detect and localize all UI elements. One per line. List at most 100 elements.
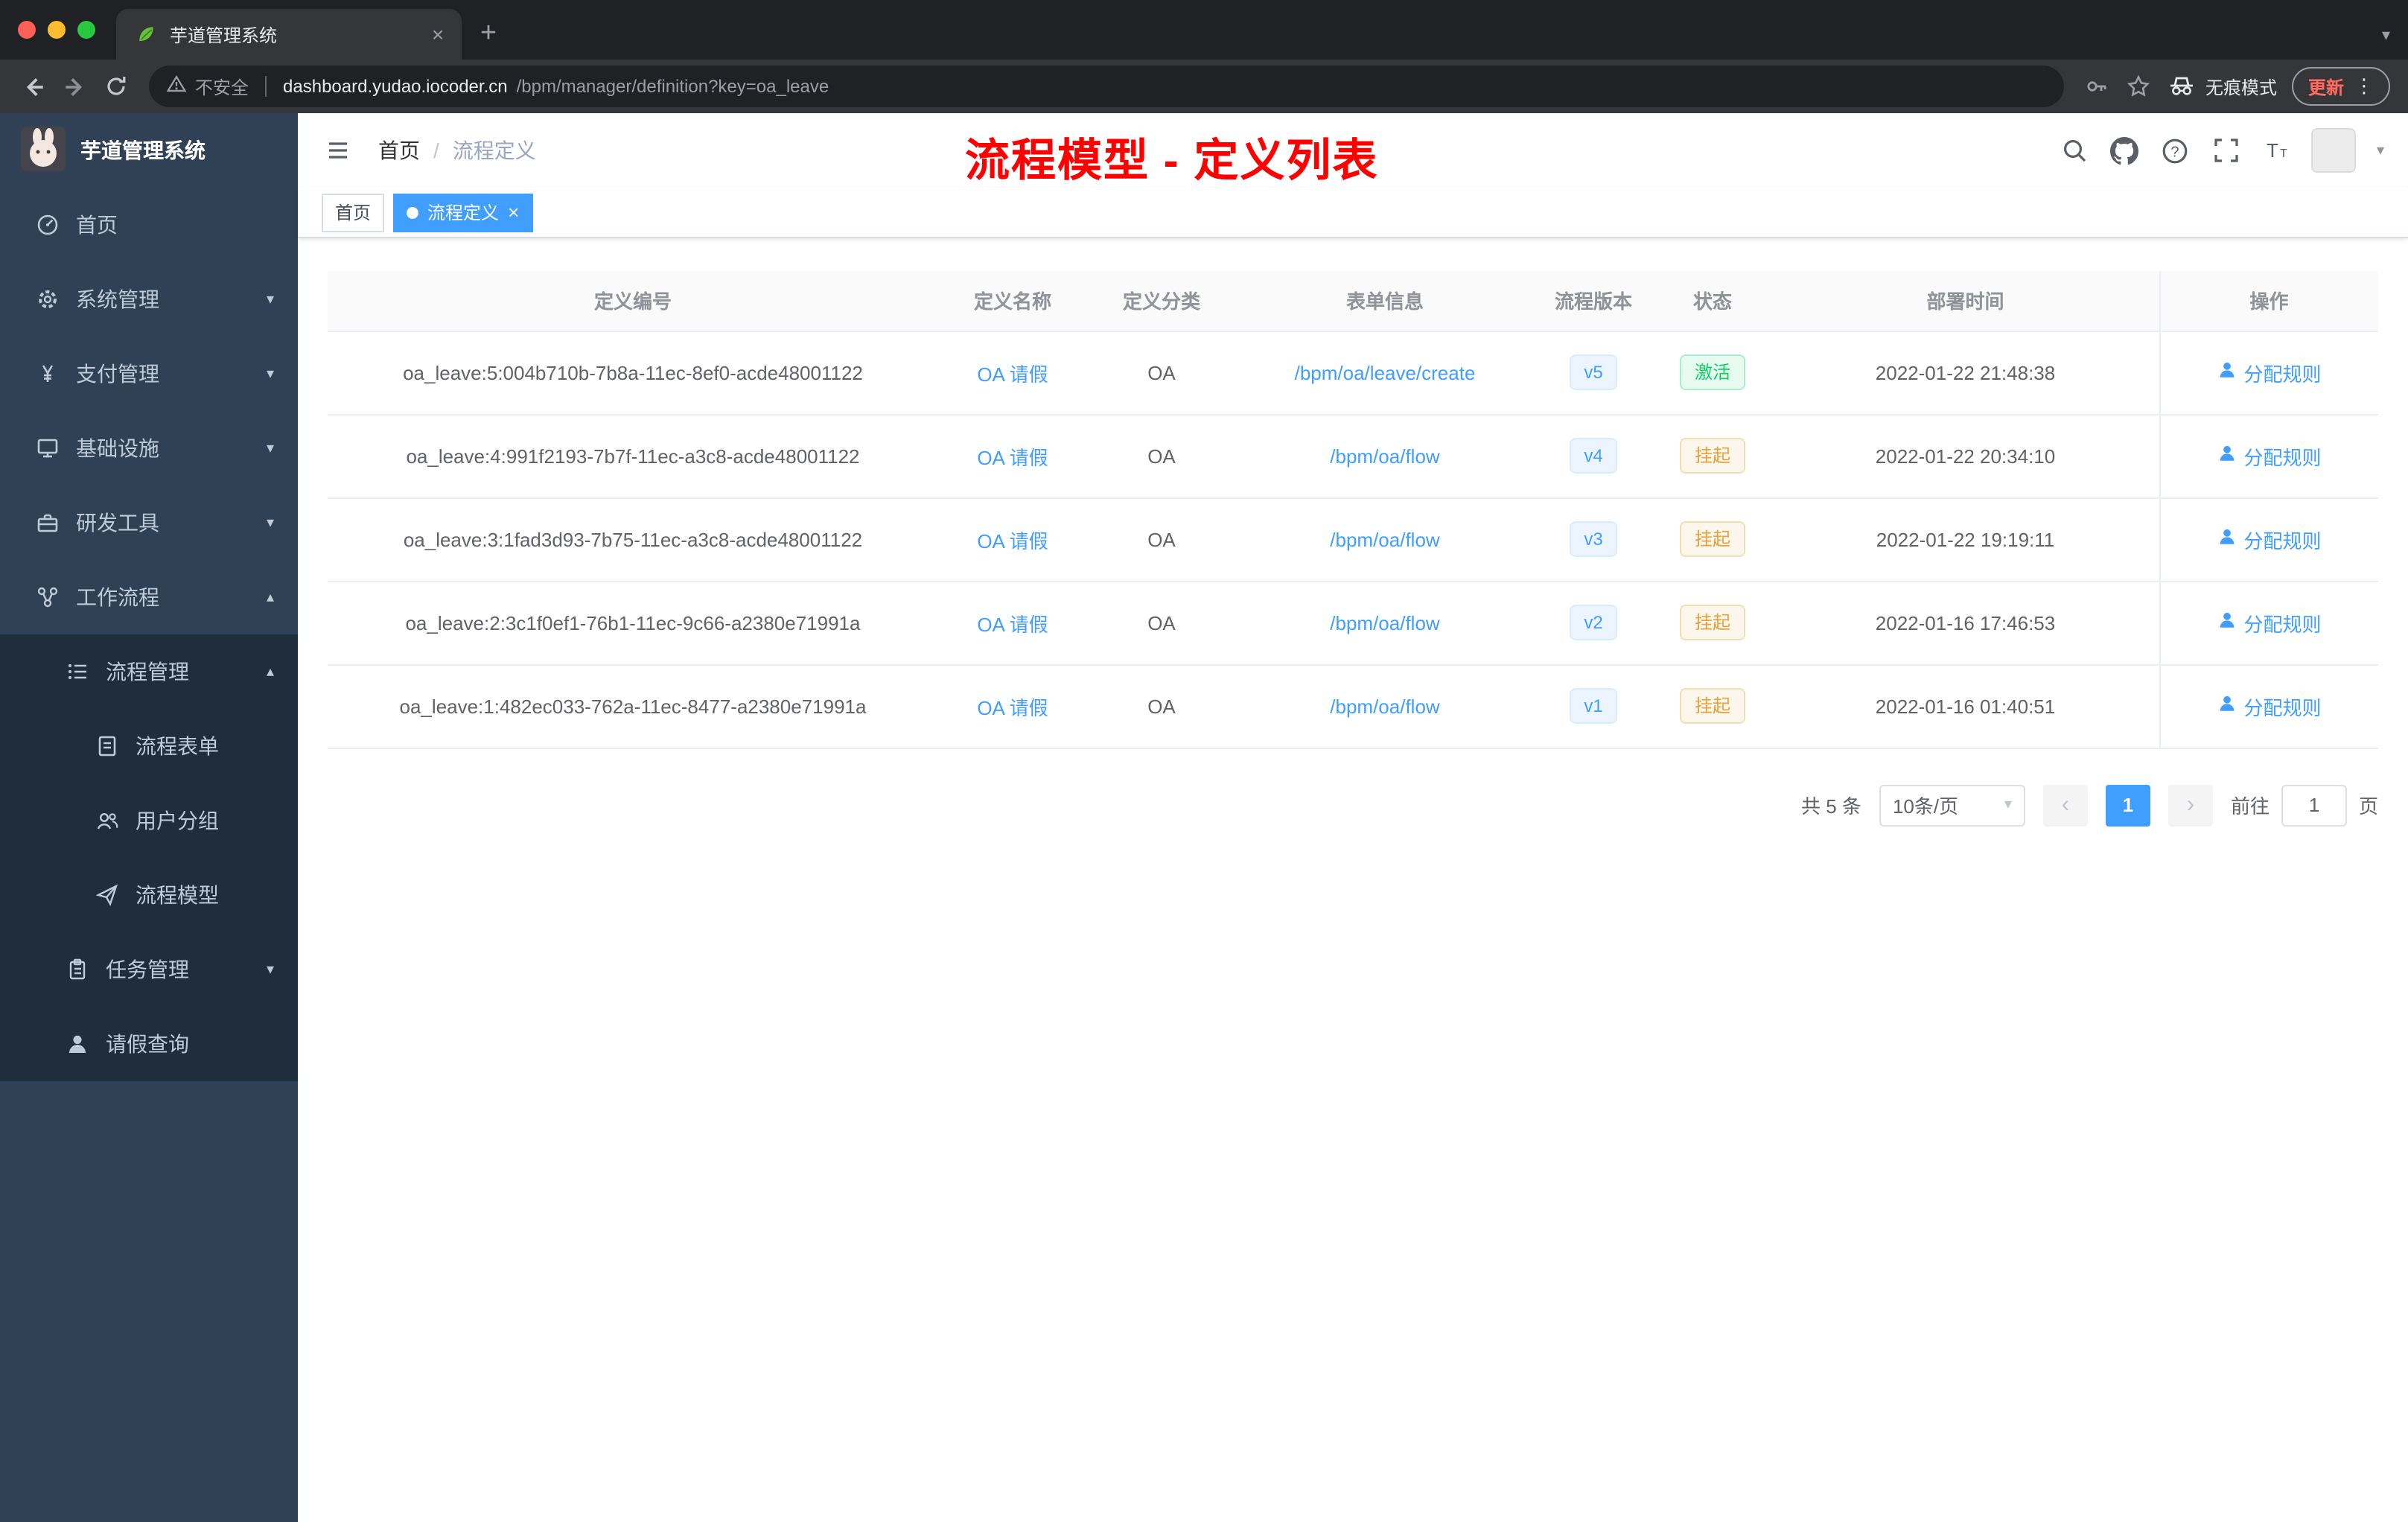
deploy-time: 2022-01-22 19:19:11	[1876, 528, 2055, 550]
assign-rule-link[interactable]: 分配规则	[2217, 608, 2322, 637]
tag-process-definition[interactable]: 流程定义 ×	[393, 193, 533, 232]
definition-name-link[interactable]: OA 请假	[977, 363, 1048, 385]
breadcrumb-separator: /	[433, 138, 439, 162]
chevron-down-icon: ▾	[266, 440, 274, 456]
definition-category: OA	[1147, 361, 1176, 383]
more-menu-icon[interactable]: ⋮	[2354, 74, 2374, 98]
forward-icon[interactable]	[54, 66, 95, 107]
logo-avatar	[21, 126, 66, 175]
column-header: 表单信息	[1236, 271, 1534, 331]
github-icon[interactable]	[2109, 134, 2141, 167]
sidebar-item-process-form[interactable]: 流程表单	[0, 709, 298, 783]
assign-rule-link[interactable]: 分配规则	[2217, 525, 2322, 553]
gear-icon	[36, 287, 60, 311]
tag-label: 流程定义	[427, 203, 500, 223]
sidebar-item-infra[interactable]: 基础设施 ▾	[0, 411, 298, 485]
person-icon	[2217, 611, 2236, 634]
deploy-time: 2022-01-22 21:48:38	[1875, 361, 2056, 383]
minimize-window-button[interactable]	[48, 21, 66, 39]
sidebar-item-devtools[interactable]: 研发工具 ▾	[0, 485, 298, 560]
person-icon	[66, 1032, 89, 1056]
sidebar-item-label: 支付管理	[76, 362, 159, 386]
page-number-button[interactable]: 1	[2105, 784, 2150, 826]
security-label[interactable]: 不安全	[195, 74, 249, 99]
sidebar-item-leave-query[interactable]: 请假查询	[0, 1007, 298, 1081]
tab-search-chevron-icon[interactable]: ▾	[2382, 25, 2390, 45]
bookmark-star-icon[interactable]	[2118, 66, 2159, 107]
tag-home[interactable]: 首页	[322, 193, 385, 232]
sidebar-item-label: 流程管理	[106, 660, 189, 684]
sidebar-item-workflow[interactable]: 工作流程 ▴	[0, 560, 298, 634]
hamburger-icon[interactable]	[322, 134, 354, 167]
tag-close-icon[interactable]: ×	[508, 203, 519, 222]
table-row: oa_leave:5:004b710b-7b8a-11ec-8ef0-acde4…	[328, 331, 2378, 415]
status-badge: 挂起	[1679, 521, 1745, 557]
version-badge: v4	[1569, 438, 1618, 474]
sidebar-item-process-model[interactable]: 流程模型	[0, 858, 298, 932]
user-avatar[interactable]	[2310, 128, 2356, 173]
top-navbar: 首页 / 流程定义 流程模型 - 定义列表 ? T T ▾	[298, 113, 2408, 188]
address-bar[interactable]: 不安全 dashboard.yudao.iocoder.cn/bpm/manag…	[149, 66, 2064, 107]
chevron-down-icon: ▾	[2004, 797, 2012, 813]
back-icon[interactable]	[12, 66, 54, 107]
goto-page-input[interactable]	[2281, 784, 2347, 826]
tab-close-icon[interactable]: ×	[426, 22, 450, 46]
definition-id: oa_leave:4:991f2193-7b7f-11ec-a3c8-acde4…	[406, 445, 860, 467]
maximize-window-button[interactable]	[77, 21, 95, 39]
assign-rule-link[interactable]: 分配规则	[2217, 358, 2322, 386]
sidebar-item-home[interactable]: 首页	[0, 188, 298, 262]
annotation-text: 流程模型 - 定义列表	[965, 137, 1379, 186]
definition-id: oa_leave:3:1fad3d93-7b75-11ec-a3c8-acde4…	[403, 528, 863, 550]
help-icon[interactable]: ?	[2159, 134, 2192, 167]
sidebar-item-process-mgmt[interactable]: 流程管理 ▴	[0, 634, 298, 709]
person-icon	[2217, 694, 2236, 718]
definition-name-link[interactable]: OA 请假	[977, 446, 1048, 468]
font-size-icon[interactable]: TT	[2261, 134, 2293, 167]
clipboard-icon	[66, 958, 89, 981]
assign-rule-link[interactable]: 分配规则	[2217, 442, 2322, 470]
form-info-link[interactable]: /bpm/oa/flow	[1330, 528, 1439, 550]
form-info-link[interactable]: /bpm/oa/flow	[1330, 611, 1439, 634]
search-icon[interactable]	[2058, 134, 2091, 167]
tab-title: 芋道管理系统	[170, 25, 278, 45]
sidebar-logo[interactable]: 芋道管理系统	[0, 113, 298, 188]
fullscreen-icon[interactable]	[2210, 134, 2243, 167]
column-header: 流程版本	[1534, 271, 1653, 331]
reload-icon[interactable]	[95, 66, 137, 107]
form-info-link[interactable]: /bpm/oa/flow	[1330, 695, 1439, 717]
table-row: oa_leave:4:991f2193-7b7f-11ec-a3c8-acde4…	[328, 414, 2378, 498]
form-info-link[interactable]: /bpm/oa/leave/create	[1295, 361, 1476, 383]
prev-page-button[interactable]: ‹	[2042, 784, 2088, 826]
browser-tab[interactable]: 芋道管理系统 ×	[116, 9, 462, 60]
update-label: 更新	[2307, 77, 2344, 98]
user-group-icon	[95, 809, 119, 832]
assign-rule-link[interactable]: 分配规则	[2217, 692, 2322, 720]
goto-label: 前往	[2230, 795, 2270, 818]
sidebar-item-label: 工作流程	[76, 585, 159, 609]
definition-name-link[interactable]: OA 请假	[977, 696, 1048, 719]
next-page-button[interactable]: ›	[2167, 784, 2213, 826]
column-header: 部署时间	[1772, 271, 2159, 331]
definition-name-link[interactable]: OA 请假	[977, 613, 1048, 635]
incognito-label: 无痕模式	[2205, 77, 2277, 98]
breadcrumb-home-link[interactable]: 首页	[378, 136, 420, 165]
update-chrome-button[interactable]: 更新 ⋮	[2291, 67, 2390, 106]
definition-category: OA	[1147, 611, 1176, 634]
definition-name-link[interactable]: OA 请假	[977, 529, 1048, 552]
person-icon	[2217, 527, 2236, 551]
sidebar-item-user-group[interactable]: 用户分组	[0, 783, 298, 858]
chevron-down-icon: ▾	[266, 366, 274, 382]
page-size-select[interactable]: 10条/页 ▾	[1879, 784, 2025, 826]
new-tab-button[interactable]: +	[468, 13, 509, 55]
sidebar-item-payment[interactable]: 支付管理 ▾	[0, 337, 298, 411]
table-row: oa_leave:2:3c1f0ef1-76b1-11ec-9c66-a2380…	[328, 581, 2378, 665]
definition-category: OA	[1147, 445, 1176, 467]
close-window-button[interactable]	[18, 21, 36, 39]
monitor-icon	[36, 436, 60, 460]
assign-rule-label: 分配规则	[2243, 696, 2322, 719]
sidebar-item-system[interactable]: 系统管理 ▾	[0, 262, 298, 337]
password-key-icon[interactable]	[2076, 66, 2118, 107]
list-icon	[66, 660, 89, 684]
form-info-link[interactable]: /bpm/oa/flow	[1330, 445, 1439, 467]
sidebar-item-task-mgmt[interactable]: 任务管理 ▾	[0, 932, 298, 1007]
